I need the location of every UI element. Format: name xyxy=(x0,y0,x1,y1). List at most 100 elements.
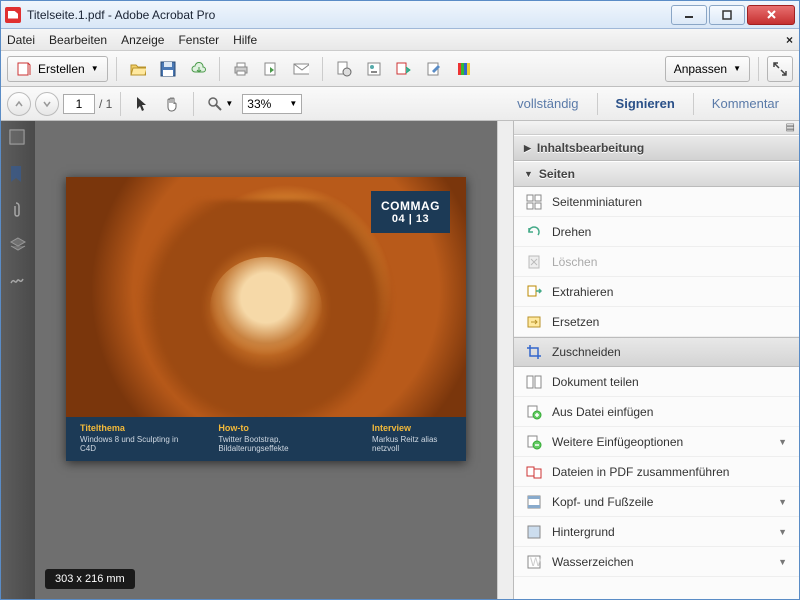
create-button[interactable]: Erstellen ▼ xyxy=(7,56,108,82)
customize-button[interactable]: Anpassen ▼ xyxy=(665,56,750,82)
hand-icon xyxy=(164,96,180,112)
cursor-icon xyxy=(134,96,150,112)
menu-edit[interactable]: Bearbeiten xyxy=(49,33,107,47)
create-label: Erstellen xyxy=(38,62,85,76)
tool-merge[interactable]: Dateien in PDF zusammenführen xyxy=(514,457,799,487)
tab-comment[interactable]: Kommentar xyxy=(698,87,793,121)
form-button[interactable] xyxy=(361,56,387,82)
rainbow-icon xyxy=(456,61,472,77)
tool-label: Löschen xyxy=(552,255,597,269)
replace-icon xyxy=(526,314,542,330)
tab-tools[interactable]: vollständig xyxy=(503,87,592,121)
tool-label: Drehen xyxy=(552,225,591,239)
window-title: Titelseite.1.pdf - Adobe Acrobat Pro xyxy=(27,8,669,22)
cloud-button[interactable] xyxy=(185,56,211,82)
tool-label: Dateien in PDF zusammenführen xyxy=(552,465,729,479)
fullscreen-button[interactable] xyxy=(767,56,793,82)
menu-window[interactable]: Fenster xyxy=(178,33,219,47)
edit-button[interactable] xyxy=(421,56,447,82)
zoom-tool-button[interactable]: ▼ xyxy=(202,91,238,117)
select-tool-button[interactable] xyxy=(129,91,155,117)
cloud-icon xyxy=(190,61,206,77)
chevron-down-icon: ▼ xyxy=(524,169,533,179)
envelope-icon xyxy=(293,61,309,77)
thumbs-icon xyxy=(526,194,542,210)
tool-background[interactable]: Hintergrund▼ xyxy=(514,517,799,547)
bookmark-icon[interactable] xyxy=(9,165,27,183)
tool-extract[interactable]: Extrahieren xyxy=(514,277,799,307)
tool-replace[interactable]: Ersetzen xyxy=(514,307,799,337)
tool-delete: Löschen xyxy=(514,247,799,277)
tool-thumbs[interactable]: Seitenminiaturen xyxy=(514,187,799,217)
save-button[interactable] xyxy=(155,56,181,82)
menu-view[interactable]: Anzeige xyxy=(121,33,164,47)
tool-label: Aus Datei einfügen xyxy=(552,405,653,419)
nav-rail xyxy=(1,121,35,599)
app-icon xyxy=(5,7,21,23)
printer-icon xyxy=(233,61,249,77)
minimize-button[interactable] xyxy=(671,5,707,25)
magnifier-icon xyxy=(207,96,223,112)
expand-icon xyxy=(772,61,788,77)
tool-label: Dokument teilen xyxy=(552,375,639,389)
watermark-icon: W xyxy=(526,554,542,570)
document-area: COMMAG 04 | 13 TitelthemaWindows 8 und S… xyxy=(35,121,497,599)
tool-header[interactable]: Kopf- und Fußzeile▼ xyxy=(514,487,799,517)
close-button[interactable] xyxy=(747,5,795,25)
tool-watermark[interactable]: WWasserzeichen▼ xyxy=(514,547,799,577)
open-button[interactable] xyxy=(125,56,151,82)
gear-doc-icon xyxy=(336,61,352,77)
tool-more[interactable]: Weitere Einfügeoptionen▼ xyxy=(514,427,799,457)
ocr-button[interactable] xyxy=(331,56,357,82)
email-button[interactable] xyxy=(288,56,314,82)
accordion-seiten[interactable]: ▼ Seiten xyxy=(514,161,799,187)
scrollbar[interactable] xyxy=(497,121,513,599)
svg-text:W: W xyxy=(530,555,542,569)
close-doc-icon[interactable]: × xyxy=(786,33,793,47)
share-button[interactable] xyxy=(258,56,284,82)
badge-issue: 04 | 13 xyxy=(381,213,440,225)
menu-file[interactable]: Datei xyxy=(7,33,35,47)
zoom-input[interactable]: 33%▼ xyxy=(242,94,302,114)
menu-help[interactable]: Hilfe xyxy=(233,33,257,47)
hand-tool-button[interactable] xyxy=(159,91,185,117)
titlebar: Titelseite.1.pdf - Adobe Acrobat Pro xyxy=(1,1,799,29)
delete-icon xyxy=(526,254,542,270)
maximize-button[interactable] xyxy=(709,5,745,25)
tool-label: Weitere Einfügeoptionen xyxy=(552,435,683,449)
tool-crop[interactable]: Zuschneiden xyxy=(514,337,799,367)
tool-label: Ersetzen xyxy=(552,315,599,329)
page-down-button[interactable] xyxy=(35,92,59,116)
chevron-down-icon: ▼ xyxy=(778,557,787,567)
toolbar-main: Erstellen ▼ Anpassen ▼ xyxy=(1,51,799,87)
tool-split[interactable]: Dokument teilen xyxy=(514,367,799,397)
chevron-down-icon: ▼ xyxy=(733,64,741,73)
attachment-icon[interactable] xyxy=(9,201,27,219)
tool-insert[interactable]: Aus Datei einfügen xyxy=(514,397,799,427)
page-thumbnail[interactable]: COMMAG 04 | 13 TitelthemaWindows 8 und S… xyxy=(66,177,466,461)
chevron-down-icon: ▼ xyxy=(778,527,787,537)
extract-icon xyxy=(526,284,542,300)
layers-icon[interactable] xyxy=(9,237,27,255)
form-icon xyxy=(366,61,382,77)
thumbnails-icon[interactable] xyxy=(9,129,27,147)
color-button[interactable] xyxy=(451,56,477,82)
background-icon xyxy=(526,524,542,540)
more-icon xyxy=(526,434,542,450)
page-number-input[interactable]: 1 xyxy=(63,94,95,114)
accordion-label: Seiten xyxy=(539,167,575,181)
tab-sign[interactable]: Signieren xyxy=(602,87,689,121)
accordion-label: Inhaltsbearbeitung xyxy=(537,141,644,155)
panel-options-icon[interactable]: ▤ xyxy=(514,121,799,135)
tools-panel: ▤ ▶Inhaltsbearbeitung ▼ Seiten Seitenmini… xyxy=(513,121,799,599)
accordion-inhaltsbearbeitung[interactable]: ▶Inhaltsbearbeitung xyxy=(514,135,799,161)
print-button[interactable] xyxy=(228,56,254,82)
convert-button[interactable] xyxy=(391,56,417,82)
signatures-icon[interactable] xyxy=(9,273,27,291)
page-up-button[interactable] xyxy=(7,92,31,116)
magazine-badge: COMMAG 04 | 13 xyxy=(371,191,450,233)
crop-icon xyxy=(526,344,542,360)
page-size-badge: 303 x 216 mm xyxy=(45,569,135,589)
edit-doc-icon xyxy=(426,61,442,77)
tool-rotate[interactable]: Drehen xyxy=(514,217,799,247)
